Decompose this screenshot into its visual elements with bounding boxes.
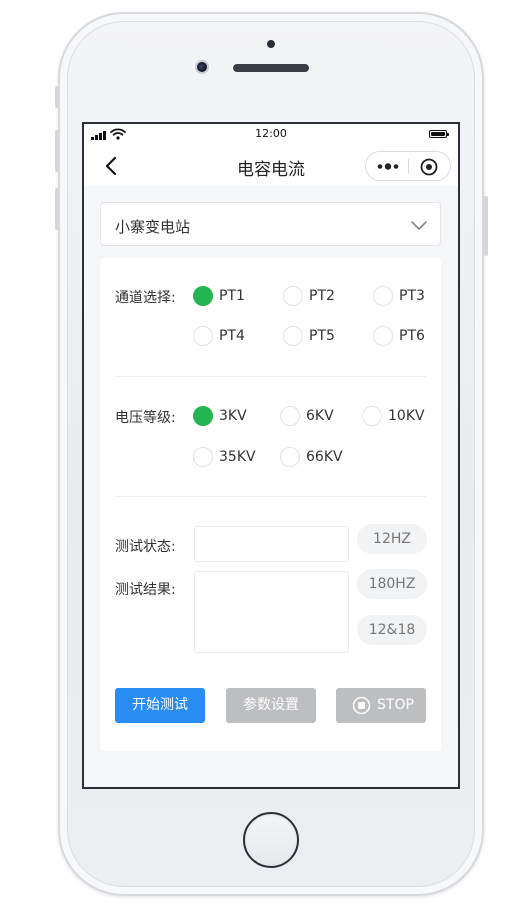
voltage-label: 电压等级: [115, 410, 176, 426]
capsule-divider [408, 159, 409, 174]
close-target-icon[interactable] [420, 158, 438, 176]
page-content: 小寨变电站 通道选择: PT1 PT2 PT3 PT4 PT5 PT6 电压等级… [84, 186, 458, 787]
radio-unselected-icon [373, 286, 393, 306]
start-test-button[interactable]: 开始测试 [115, 688, 205, 723]
stop-button-label: STOP [377, 697, 414, 713]
radio-selected-icon [193, 286, 213, 306]
radio-label: 3KV [219, 408, 247, 424]
phone-screen: 12:00 电容电流 小寨变电站 通道选择: PT1 PT2 PT3 PT4 P… [82, 122, 460, 789]
radio-unselected-icon [280, 406, 300, 426]
chevron-down-icon [411, 221, 427, 230]
radio-label: PT2 [309, 288, 335, 304]
radio-label: PT3 [399, 288, 425, 304]
radio-unselected-icon [193, 326, 213, 346]
nav-bar: 电容电流 [84, 146, 458, 186]
stop-circle-icon [352, 696, 371, 715]
mini-program-capsule [365, 151, 451, 181]
radio-unselected-icon [283, 326, 303, 346]
parameter-settings-button[interactable]: 参数设置 [226, 688, 316, 723]
test-result-field [194, 571, 349, 653]
channel-label: 通道选择: [115, 290, 176, 306]
status-time: 12:00 [255, 127, 287, 140]
more-dots-icon[interactable] [375, 159, 401, 174]
battery-icon [429, 130, 449, 138]
test-card: 通道选择: PT1 PT2 PT3 PT4 PT5 PT6 电压等级: 3KV … [100, 258, 441, 751]
freq-12hz-button[interactable]: 12HZ [357, 524, 427, 554]
test-status-label: 测试状态: [115, 539, 176, 555]
test-result-label: 测试结果: [115, 582, 176, 598]
radio-label: 10KV [388, 408, 425, 424]
radio-unselected-icon [283, 286, 303, 306]
volume-down-button [55, 188, 59, 230]
radio-unselected-icon [280, 447, 300, 467]
freq-12-18-button[interactable]: 12&18 [357, 615, 427, 645]
freq-180hz-button[interactable]: 180HZ [357, 569, 427, 599]
station-selected-value: 小寨变电站 [115, 218, 191, 236]
radio-label: 35KV [219, 449, 256, 465]
volume-up-button [55, 130, 59, 172]
radio-label: PT4 [219, 328, 245, 344]
front-camera-icon [195, 60, 209, 74]
radio-label: PT6 [399, 328, 425, 344]
stop-button[interactable]: STOP [336, 688, 426, 723]
radio-unselected-icon [362, 406, 382, 426]
test-status-field [194, 526, 349, 562]
radio-label: 6KV [306, 408, 334, 424]
radio-unselected-icon [193, 447, 213, 467]
home-button[interactable] [243, 812, 299, 868]
radio-selected-icon [193, 406, 213, 426]
earpiece-speaker [233, 64, 309, 72]
radio-label: PT5 [309, 328, 335, 344]
power-button [484, 196, 488, 256]
proximity-sensor [267, 40, 275, 48]
divider [115, 496, 426, 497]
mute-switch [55, 86, 59, 108]
station-dropdown[interactable]: 小寨变电站 [100, 202, 441, 246]
radio-label: PT1 [219, 288, 245, 304]
status-bar: 12:00 [84, 124, 458, 146]
radio-unselected-icon [373, 326, 393, 346]
radio-label: 66KV [306, 449, 343, 465]
divider [115, 376, 426, 377]
